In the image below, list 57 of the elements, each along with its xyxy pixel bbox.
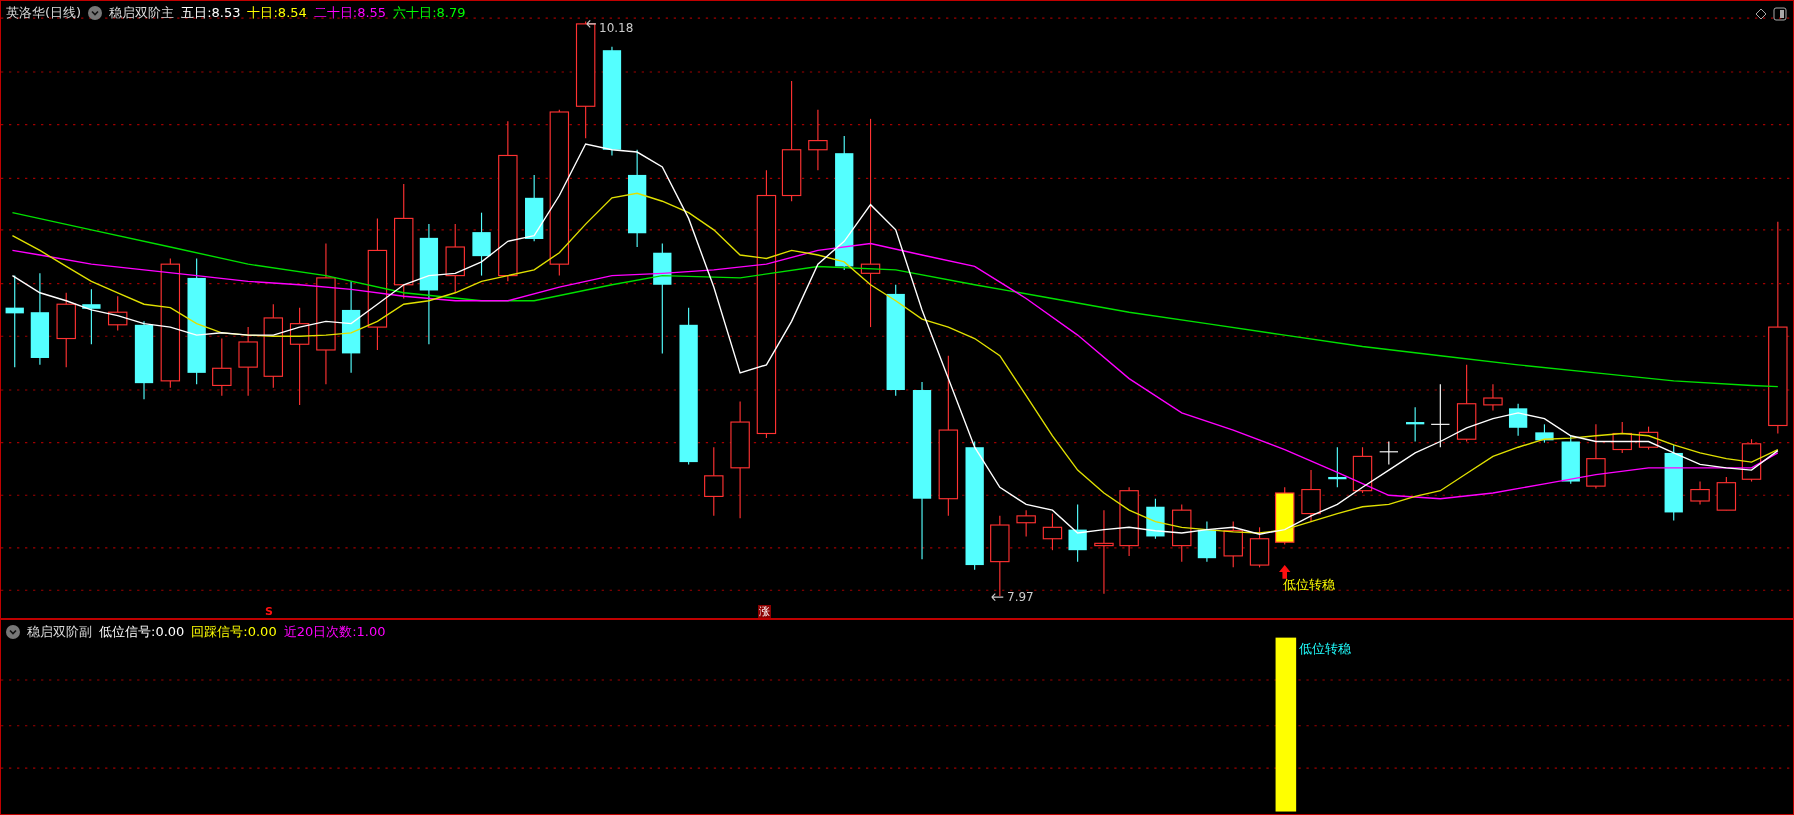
dropdown-icon[interactable] xyxy=(6,625,20,639)
candlestick xyxy=(82,288,101,345)
candlestick xyxy=(108,295,128,332)
candlestick xyxy=(1430,383,1451,448)
legend-value: 低位信号:0.00 xyxy=(99,624,185,640)
candlestick xyxy=(238,326,258,397)
legend-value: 回踩信号:0.00 xyxy=(191,624,277,640)
diamond-icon[interactable] xyxy=(1755,8,1767,20)
candlestick xyxy=(1223,521,1243,568)
candlestick xyxy=(1612,421,1632,454)
candlestick xyxy=(704,446,724,517)
panel-toggle-icon[interactable] xyxy=(1773,7,1787,21)
candlestick xyxy=(1508,403,1528,437)
candlestick xyxy=(1249,526,1270,568)
arrow-icon xyxy=(586,19,597,28)
indicator-name: 稳启双阶主 xyxy=(109,5,175,21)
candlestick xyxy=(1068,503,1087,563)
indicator-name: 稳启双阶副 xyxy=(27,624,92,640)
signal-label: 低位转稳 xyxy=(1283,576,1335,594)
candlestick xyxy=(1535,423,1554,444)
candlestick xyxy=(1638,426,1659,451)
legend-value: 二十日:8.55 xyxy=(313,5,387,21)
candlestick xyxy=(445,223,465,294)
candlestick xyxy=(1716,476,1737,511)
legend-value: 五日:8.53 xyxy=(181,5,241,21)
price-label: 7.97 xyxy=(1007,590,1034,604)
legend-value: 近20日次数:1.00 xyxy=(283,624,386,640)
up-arrow-icon xyxy=(1279,565,1291,579)
arrow-icon xyxy=(991,593,1004,602)
candlestick xyxy=(1301,469,1321,523)
candlestick xyxy=(1586,423,1606,489)
candlestick xyxy=(1016,509,1036,538)
candlestick xyxy=(1042,513,1063,551)
candlestick xyxy=(1379,440,1399,465)
candlestick xyxy=(1690,481,1710,505)
rise-marker: 涨 xyxy=(758,605,771,618)
stock-title: 英洛华(日线) xyxy=(6,5,82,21)
candlestick xyxy=(1275,486,1295,546)
legend-value: 六十日:8.79 xyxy=(393,5,466,21)
price-label: 10.18 xyxy=(599,21,634,35)
candlestick xyxy=(1119,486,1139,557)
candlestick xyxy=(1146,498,1165,540)
candlestick xyxy=(1172,503,1192,563)
candlestick xyxy=(212,337,232,397)
sell-marker: S xyxy=(265,605,273,618)
candlestick xyxy=(1483,383,1503,412)
candlestick xyxy=(1352,446,1373,494)
legend-value: 十日:8.54 xyxy=(247,5,307,21)
candlestick xyxy=(525,174,544,242)
candlestick xyxy=(1561,435,1580,485)
dropdown-icon[interactable] xyxy=(88,6,103,20)
candlestick xyxy=(808,109,828,171)
candlestick xyxy=(472,212,491,277)
candlestick xyxy=(1197,521,1217,563)
signal-label: 低位转稳 xyxy=(1299,640,1351,658)
candlestick xyxy=(1328,446,1347,488)
candlestick xyxy=(1406,406,1425,443)
